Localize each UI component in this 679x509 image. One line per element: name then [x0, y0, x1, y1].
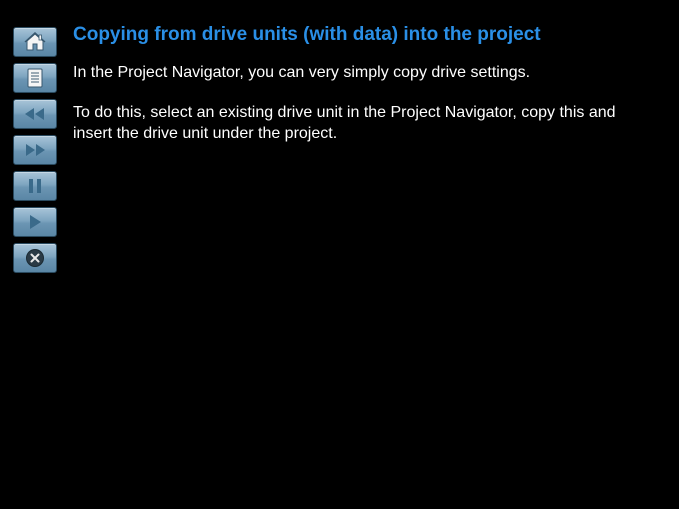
play-icon [27, 214, 43, 230]
contents-button[interactable] [13, 63, 57, 93]
close-icon [25, 248, 45, 268]
back-button[interactable] [13, 99, 57, 129]
paragraph: To do this, select an existing drive uni… [73, 102, 659, 145]
paragraph: In the Project Navigator, you can very s… [73, 62, 659, 84]
pause-icon [28, 178, 42, 194]
forward-button[interactable] [13, 135, 57, 165]
content-area: Copying from drive units (with data) int… [73, 24, 659, 163]
toolbar [13, 27, 57, 273]
home-icon [24, 32, 46, 52]
close-button[interactable] [13, 243, 57, 273]
home-button[interactable] [13, 27, 57, 57]
fast-forward-icon [23, 142, 47, 158]
rewind-icon [23, 106, 47, 122]
page-title: Copying from drive units (with data) int… [73, 24, 659, 46]
document-icon [26, 68, 44, 88]
play-button[interactable] [13, 207, 57, 237]
pause-button[interactable] [13, 171, 57, 201]
